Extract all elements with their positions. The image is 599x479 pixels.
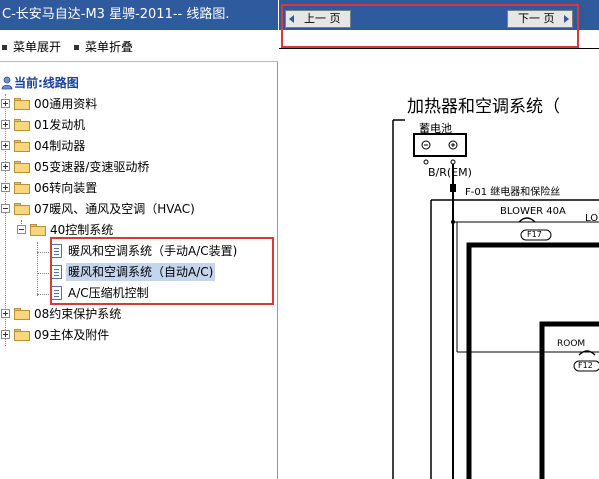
tree-item-04[interactable]: 04制动器 [0,137,140,155]
tree-item-label: 08约束保护系统 [34,307,122,321]
tree-item-label: 04制动器 [34,139,86,153]
connector-label: F-01 继电器和保险丝 [465,187,561,198]
tree-item-label: 06转向装置 [34,181,98,195]
collapse-icon[interactable] [1,204,10,213]
room-label: ROOM [557,339,586,349]
tree-item-label: 05变速器/变速驱动桥 [34,160,150,174]
tree-item-label: 09主体及附件 [34,328,110,342]
collapse-icon[interactable] [17,225,26,234]
window-title: C-长安马自达-M3 星骋-2011-- 线路图. [0,0,278,30]
tree-item-label: 00通用资料 [34,97,98,111]
lo-label: LO [585,213,599,224]
tree-item-label: 07暖风、通风及空调（HVAC) [34,202,195,216]
bullet-icon [2,45,7,50]
expand-menu-link[interactable]: 菜单展开 [2,38,61,55]
room-fuse-code: F12 [578,361,593,370]
tree-root-current[interactable]: 当前:线路图 [0,74,120,92]
tree-item-label: 01发动机 [34,118,86,132]
tree-item-00[interactable]: 00通用资料 [0,95,140,113]
nav-divider [279,48,599,49]
folder-icon [14,308,30,320]
folder-icon [14,182,30,194]
right-pane: 上一 页 下一 页 加热器和空调系统（ 蓄电池 B/R(EM) F-01 继电器… [279,0,599,479]
fuse-blower-label: BLOWER 40A [500,206,566,217]
expand-icon[interactable] [1,141,10,150]
expand-icon[interactable] [1,120,10,129]
tree-item-07[interactable]: 07暖风、通风及空调（HVAC) [0,200,240,218]
folder-icon [14,119,30,131]
tree-current-label: 当前:线路图 [14,76,79,90]
tree-item-05[interactable]: 05变速器/变速驱动桥 [0,158,200,176]
tree-item-08[interactable]: 08约束保护系统 [0,305,140,323]
folder-icon [14,140,30,152]
expand-icon[interactable] [1,99,10,108]
left-pane: C-长安马自达-M3 星骋-2011-- 线路图. 菜单展开 菜单折叠 当前:线… [0,0,278,479]
expand-icon[interactable] [1,183,10,192]
folder-icon [14,98,30,110]
expand-icon[interactable] [1,309,10,318]
collapse-menu-label: 菜单折叠 [85,40,134,54]
folder-icon [14,329,30,341]
expand-icon[interactable] [1,330,10,339]
menu-bar: 菜单展开 菜单折叠 [0,30,278,62]
bullet-icon [74,45,79,50]
diagram-lines [392,119,599,479]
app-window: C-长安马自达-M3 星骋-2011-- 线路图. 菜单展开 菜单折叠 当前:线… [0,0,599,479]
tree-item-09[interactable]: 09主体及附件 [0,326,140,344]
highlight-box-nav [281,4,579,48]
tree-item-01[interactable]: 01发动机 [0,116,140,134]
expand-icon[interactable] [1,162,10,171]
person-icon [1,76,13,90]
expand-menu-label: 菜单展开 [13,40,62,54]
folder-icon [14,161,30,173]
wiring-diagram: 加热器和空调系统（ 蓄电池 B/R(EM) F-01 继电器和保险丝 BLOWE… [279,80,599,479]
highlight-box-documents [50,237,274,305]
battery-label: 蓄电池 [419,122,452,135]
folder-open-icon [30,224,46,236]
tree-item-06[interactable]: 06转向装置 [0,179,140,197]
folder-open-icon [14,203,30,215]
collapse-menu-link[interactable]: 菜单折叠 [74,38,133,55]
wire-label: B/R(EM) [428,166,472,179]
fuse-blower-code: F17 [527,230,542,239]
